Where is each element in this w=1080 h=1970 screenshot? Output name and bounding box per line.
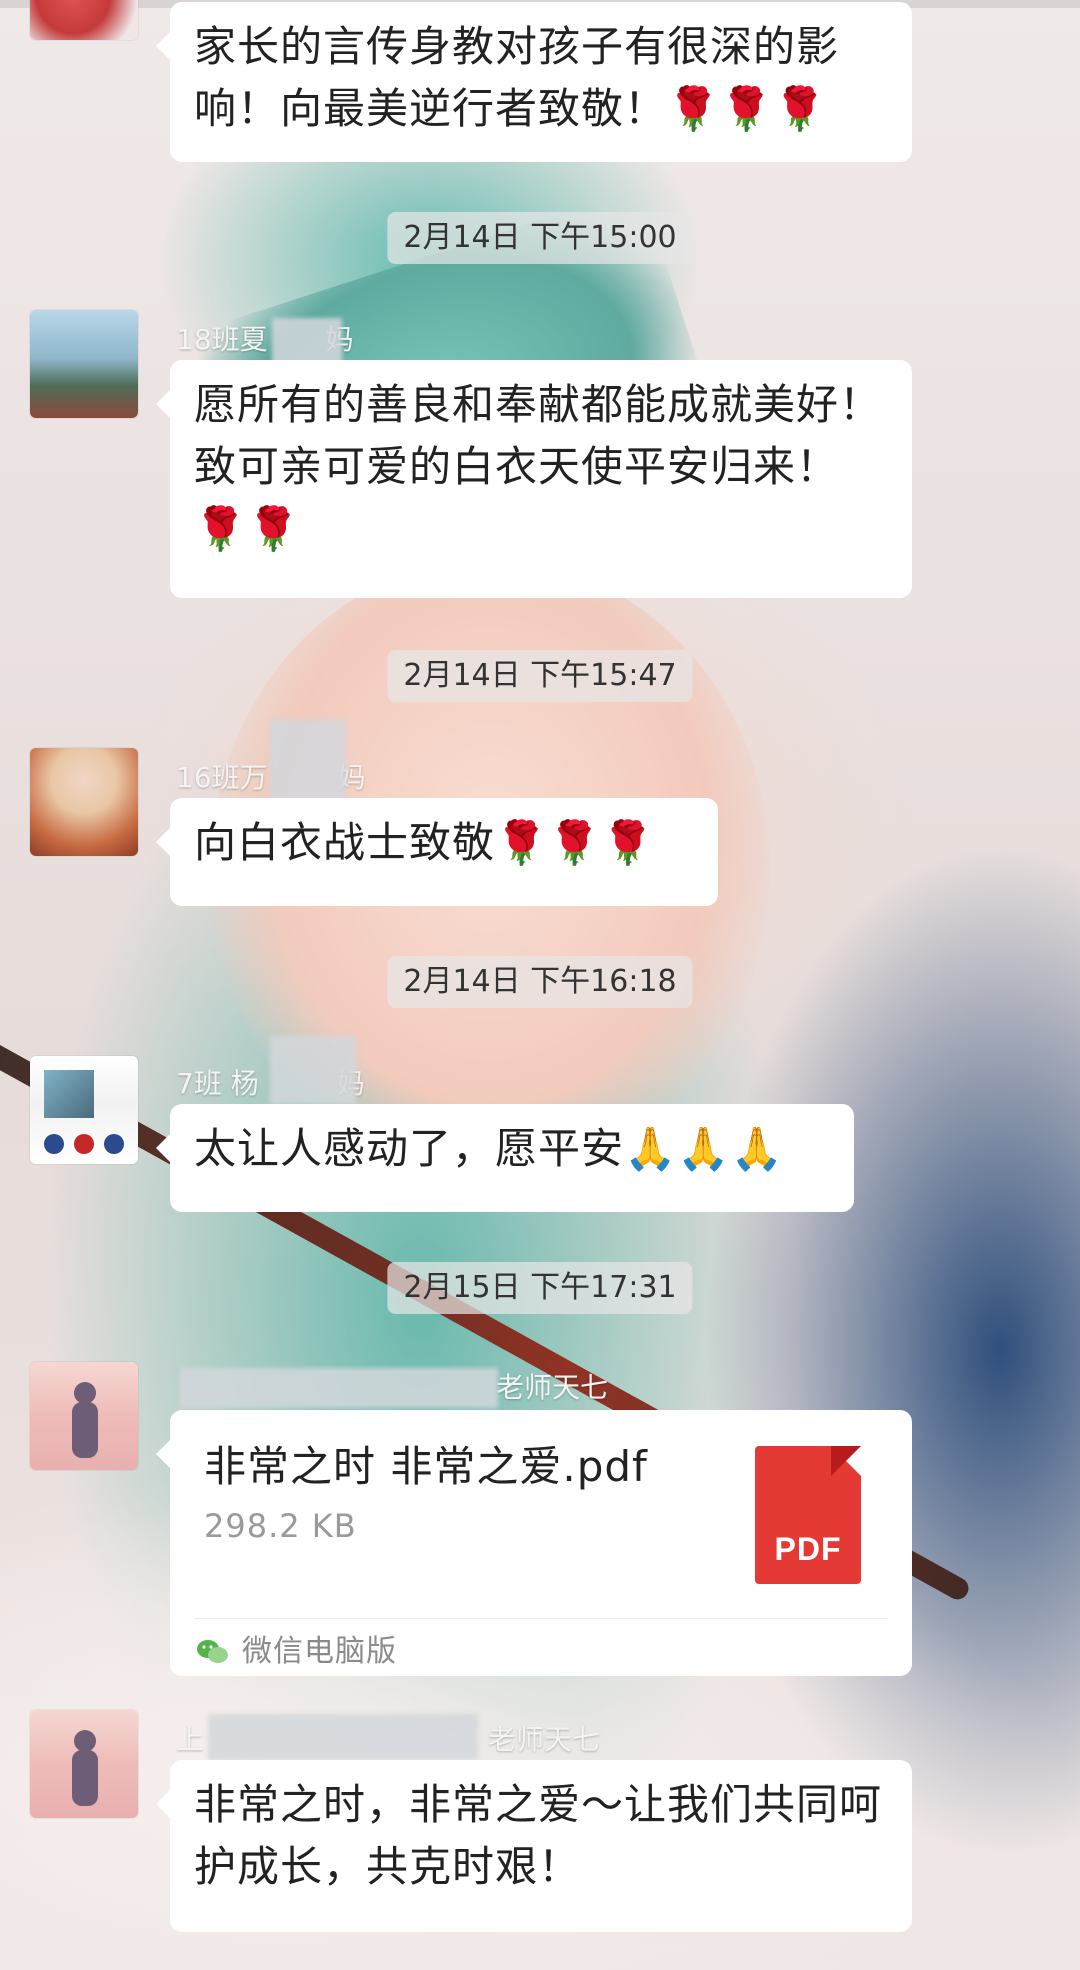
rose-emoji: 🌹🌹🌹 bbox=[667, 84, 827, 133]
file-size: 298.2 KB bbox=[204, 1507, 357, 1545]
message-text: 非常之时，非常之爱～让我们共同呵护成长，共克时艰！ bbox=[194, 1780, 883, 1891]
divider bbox=[194, 1618, 888, 1619]
timestamp: 2月15日 下午17:31 bbox=[387, 1262, 693, 1314]
message-bubble[interactable]: 家长的言传身教对孩子有很深的影响！向最美逆行者致敬！🌹🌹🌹 bbox=[156, 2, 912, 162]
file-message-bubble[interactable]: 非常之时 非常之爱.pdf 298.2 KB PDF 微信电脑版 bbox=[156, 1410, 912, 1676]
rose-emoji: 🌹🌹🌹 bbox=[495, 818, 655, 867]
redacted-name bbox=[208, 1714, 478, 1760]
timestamp: 2月14日 下午16:18 bbox=[387, 956, 693, 1008]
message-text: 向白衣战士致敬 bbox=[194, 818, 496, 867]
message-bubble[interactable]: 非常之时，非常之爱～让我们共同呵护成长，共克时艰！ bbox=[156, 1760, 912, 1932]
message-bubble[interactable]: 太让人感动了，愿平安🙏🙏🙏 bbox=[156, 1104, 854, 1212]
file-name: 非常之时 非常之爱.pdf bbox=[204, 1442, 648, 1491]
pdf-file-icon: PDF bbox=[755, 1446, 861, 1584]
avatar[interactable] bbox=[30, 310, 138, 418]
redacted-name bbox=[270, 1036, 356, 1104]
file-source-label: 微信电脑版 bbox=[242, 1634, 397, 1669]
redacted-name bbox=[180, 1368, 498, 1408]
avatar[interactable] bbox=[30, 748, 138, 856]
message-text: 太让人感动了，愿平安 bbox=[194, 1124, 625, 1173]
avatar[interactable] bbox=[30, 1056, 138, 1164]
timestamp: 2月14日 下午15:47 bbox=[387, 650, 693, 702]
message-text: 愿所有的善良和奉献都能成就美好！致可亲可爱的白衣天使平安归来！ bbox=[194, 380, 883, 491]
avatar[interactable] bbox=[30, 1710, 138, 1818]
message-bubble[interactable]: 愿所有的善良和奉献都能成就美好！致可亲可爱的白衣天使平安归来！ 🌹🌹 bbox=[156, 360, 912, 598]
wechat-icon bbox=[197, 1640, 228, 1663]
rose-emoji: 🌹🌹 bbox=[194, 504, 301, 553]
avatar[interactable] bbox=[30, 0, 138, 40]
praying-hands-emoji: 🙏🙏🙏 bbox=[624, 1124, 784, 1173]
timestamp: 2月14日 下午15:00 bbox=[387, 212, 693, 264]
avatar[interactable] bbox=[30, 1362, 138, 1470]
message-bubble[interactable]: 向白衣战士致敬🌹🌹🌹 bbox=[156, 798, 718, 906]
